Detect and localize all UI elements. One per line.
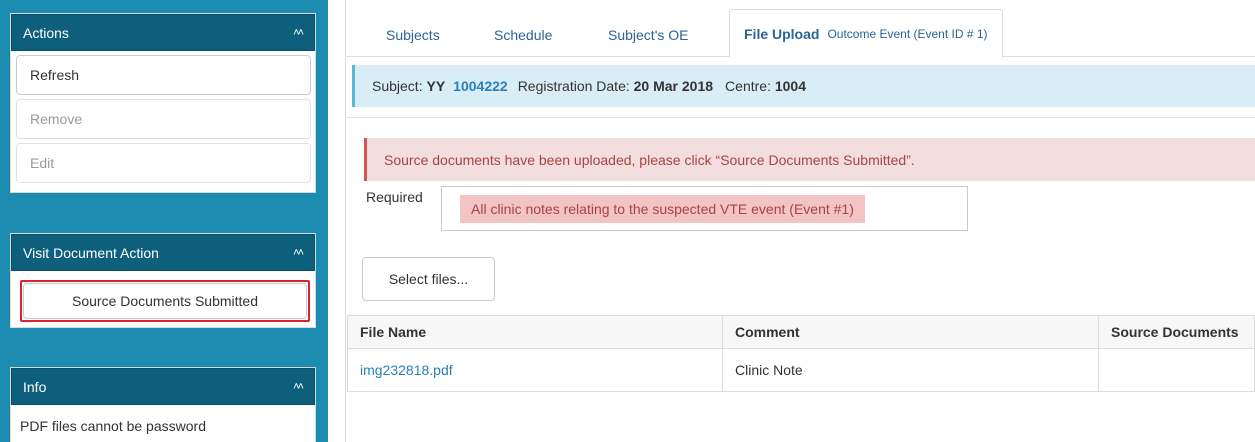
visit-document-panel-title: Visit Document Action (23, 244, 159, 261)
column-header-comment[interactable]: Comment (722, 315, 1099, 349)
actions-panel-header[interactable]: Actions ˄˄ (11, 14, 315, 51)
actions-panel-title: Actions (23, 24, 69, 41)
centre-label: Centre: (725, 78, 771, 94)
tab-subjects[interactable]: Subjects (386, 13, 440, 57)
actions-panel-body: Refresh Remove Edit (11, 51, 315, 192)
tab-bar: Subjects Schedule Subject's OE File Uplo… (346, 0, 1255, 58)
table-header-row: File Name Comment Source Documents (347, 315, 1255, 349)
subject-initials: YY (426, 78, 446, 94)
upload-alert: Source documents have been uploaded, ple… (364, 138, 1255, 181)
tab-file-upload-sublabel: Outcome Event (Event ID # 1) (827, 26, 988, 41)
info-panel-title: Info (23, 378, 47, 395)
remove-button: Remove (16, 99, 311, 139)
source-documents-cell (1098, 348, 1255, 392)
subject-info-bar: Subject: YY 1004222 Registration Date: 2… (352, 65, 1255, 107)
actions-panel: Actions ˄˄ Refresh Remove Edit (10, 13, 316, 193)
required-document-tag: All clinic notes relating to the suspect… (460, 195, 865, 223)
subject-label: Subject: (372, 78, 423, 94)
comment-cell: Clinic Note (722, 348, 1099, 392)
tab-schedule[interactable]: Schedule (494, 13, 552, 57)
required-documents-box: All clinic notes relating to the suspect… (441, 186, 968, 231)
column-header-file-name[interactable]: File Name (347, 315, 723, 349)
edit-button: Edit (16, 143, 311, 183)
registration-date-label: Registration Date: (517, 78, 630, 94)
tab-file-upload-label: File Upload (744, 25, 820, 42)
visit-document-panel: Visit Document Action ˄˄ Source Document… (10, 233, 316, 328)
required-label: Required (366, 189, 423, 205)
tab-subjects-oe-label: Subject's OE (608, 27, 689, 43)
table-row[interactable]: img232818.pdf Clinic Note (347, 348, 1255, 392)
info-panel: Info ˄˄ PDF files cannot be password (10, 367, 316, 442)
chevron-up-icon[interactable]: ˄˄ (293, 247, 304, 259)
info-panel-header[interactable]: Info ˄˄ (11, 368, 315, 405)
highlight-box: Source Documents Submitted (20, 280, 310, 322)
chevron-up-icon[interactable]: ˄˄ (293, 381, 304, 393)
tab-subjects-label: Subjects (386, 27, 440, 43)
registration-date: 20 Mar 2018 (633, 78, 714, 94)
subject-id-link[interactable]: 1004222 (453, 78, 508, 94)
upload-alert-text: Source documents have been uploaded, ple… (384, 151, 915, 168)
chevron-up-icon[interactable]: ˄˄ (293, 27, 304, 39)
file-link[interactable]: img232818.pdf (360, 362, 453, 378)
select-files-button[interactable]: Select files... (362, 257, 495, 301)
column-header-source-documents[interactable]: Source Documents (1098, 315, 1255, 349)
tab-file-upload[interactable]: File Upload Outcome Event (Event ID # 1) (729, 9, 1003, 58)
info-text: PDF files cannot be password (20, 418, 206, 434)
tab-subjects-oe[interactable]: Subject's OE (608, 13, 689, 57)
tab-schedule-label: Schedule (494, 27, 553, 43)
file-name-cell: img232818.pdf (347, 348, 723, 392)
source-documents-submitted-button[interactable]: Source Documents Submitted (23, 283, 307, 319)
visit-document-panel-header[interactable]: Visit Document Action ˄˄ (11, 234, 315, 271)
files-table: File Name Comment Source Documents img23… (347, 315, 1255, 392)
sidebar-gutter (328, 0, 346, 442)
centre-value: 1004 (774, 78, 807, 94)
divider (346, 117, 1255, 118)
sidebar-divider (345, 0, 346, 442)
visit-document-panel-body: Source Documents Submitted (11, 271, 315, 327)
refresh-button[interactable]: Refresh (16, 55, 311, 95)
